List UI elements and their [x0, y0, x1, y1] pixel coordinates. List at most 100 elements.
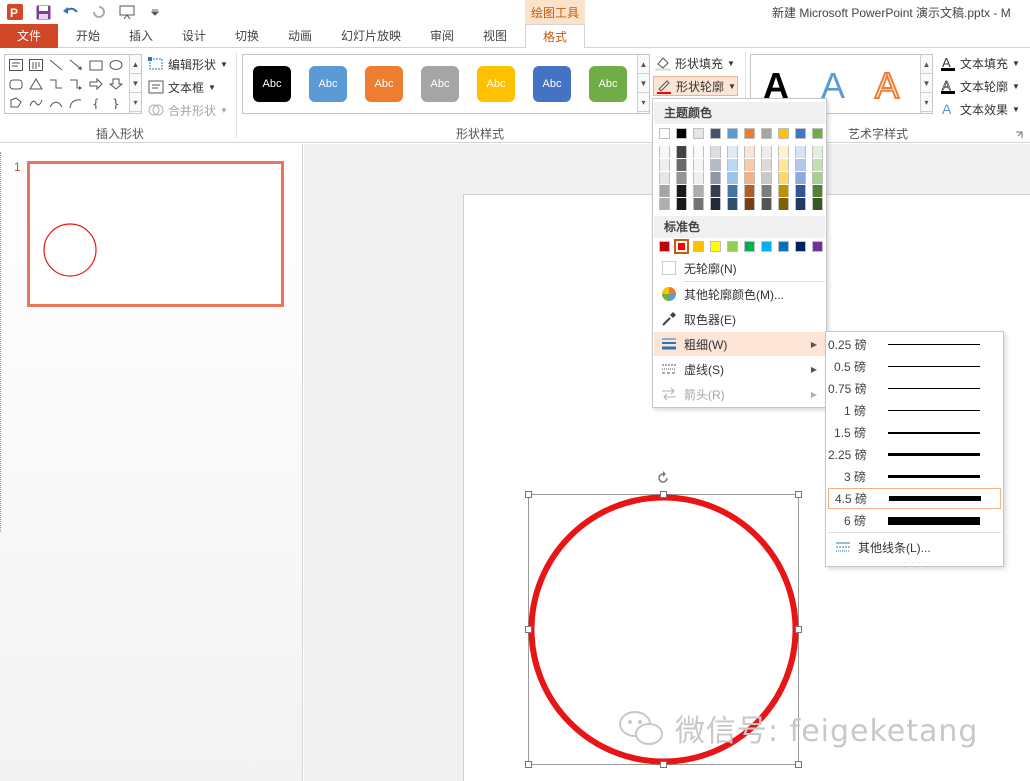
theme-color-shade-swatch[interactable]	[812, 198, 823, 210]
theme-color-shade-swatch[interactable]	[744, 185, 755, 197]
shape-fill-button[interactable]: 形状填充 ▼	[655, 53, 735, 73]
edit-shape-button[interactable]: 编辑形状 ▼	[148, 54, 228, 74]
standard-color-swatch[interactable]	[727, 241, 738, 252]
theme-color-shade-swatch[interactable]	[659, 172, 670, 184]
elbow-arrow-shape-icon[interactable]	[67, 76, 85, 92]
theme-color-shade-swatch[interactable]	[761, 146, 772, 158]
theme-color-shade-swatch[interactable]	[676, 198, 687, 210]
theme-color-shade-swatch[interactable]	[778, 172, 789, 184]
theme-color-swatch[interactable]	[795, 128, 806, 139]
theme-color-swatch[interactable]	[727, 128, 738, 139]
tab-home[interactable]: 开始	[70, 24, 106, 48]
theme-color-shade-swatch[interactable]	[676, 159, 687, 171]
slide-thumbnail[interactable]	[27, 161, 284, 307]
resize-handle[interactable]	[525, 626, 532, 633]
more-lines-item[interactable]: 其他线条(L)...	[828, 536, 1001, 558]
theme-color-shade-swatch[interactable]	[710, 185, 721, 197]
theme-color-shade-swatch[interactable]	[744, 159, 755, 171]
theme-color-shade-swatch[interactable]	[659, 185, 670, 197]
shape-styles-gallery[interactable]: Abc Abc Abc Abc Abc Abc Abc ▲ ▼ ▾	[242, 54, 650, 114]
theme-color-shade-swatch[interactable]	[812, 146, 823, 158]
theme-color-shade-swatch[interactable]	[727, 172, 738, 184]
tab-animations[interactable]: 动画	[282, 24, 318, 48]
wordart-style-3[interactable]: A	[874, 64, 900, 107]
styles-gallery-scroll[interactable]: ▲ ▼ ▾	[637, 55, 649, 113]
theme-color-swatch[interactable]	[812, 128, 823, 139]
standard-color-swatch[interactable]	[778, 241, 789, 252]
right-brace-shape-icon[interactable]: }	[107, 95, 125, 111]
scroll-up-icon[interactable]: ▲	[130, 55, 141, 74]
weight-option[interactable]: 4.5 磅	[828, 488, 1001, 509]
theme-color-shade-swatch[interactable]	[676, 172, 687, 184]
freeform-shape-icon[interactable]	[7, 95, 25, 111]
resize-handle[interactable]	[660, 491, 667, 498]
theme-color-shade-swatch[interactable]	[795, 159, 806, 171]
gallery-more-icon[interactable]: ▾	[638, 93, 649, 112]
theme-color-shade-swatch[interactable]	[659, 198, 670, 210]
save-icon[interactable]	[34, 3, 52, 21]
tab-review[interactable]: 审阅	[424, 24, 460, 48]
theme-color-shade-swatch[interactable]	[727, 185, 738, 197]
scroll-up-icon[interactable]: ▲	[638, 55, 649, 74]
weight-option[interactable]: 1.5 磅	[828, 422, 1001, 443]
tab-format[interactable]: 格式	[525, 24, 585, 49]
resize-handle[interactable]	[660, 761, 667, 768]
theme-color-shade-swatch[interactable]	[812, 172, 823, 184]
theme-color-shade-swatch[interactable]	[710, 198, 721, 210]
slideshow-start-icon[interactable]	[118, 3, 136, 21]
curve-shape-icon[interactable]	[47, 95, 65, 111]
standard-color-swatch[interactable]	[693, 241, 704, 252]
merge-shapes-button[interactable]: 合并形状 ▼	[148, 100, 228, 120]
weight-option[interactable]: 6 磅	[828, 510, 1001, 531]
weight-option[interactable]: 0.5 磅	[828, 356, 1001, 377]
left-brace-shape-icon[interactable]: {	[87, 95, 105, 111]
dialog-launcher-icon[interactable]	[1015, 128, 1023, 142]
style-swatch-6[interactable]: Abc	[533, 66, 571, 102]
more-outline-colors-item[interactable]: 其他轮廓颜色(M)...	[654, 282, 825, 306]
rounded-rect-shape-icon[interactable]	[7, 76, 25, 92]
theme-color-shade-swatch[interactable]	[744, 172, 755, 184]
style-swatch-1[interactable]: Abc	[253, 66, 291, 102]
theme-color-swatch[interactable]	[676, 128, 687, 139]
shape-outline-button[interactable]: 形状轮廓 ▼	[653, 76, 738, 96]
theme-color-shade-swatch[interactable]	[778, 146, 789, 158]
standard-color-swatch[interactable]	[659, 241, 670, 252]
elbow-connector-shape-icon[interactable]	[47, 76, 65, 92]
theme-color-shade-swatch[interactable]	[778, 198, 789, 210]
weight-option[interactable]: 1 磅	[828, 400, 1001, 421]
theme-color-shade-swatch[interactable]	[761, 172, 772, 184]
style-swatch-3[interactable]: Abc	[365, 66, 403, 102]
standard-color-swatch[interactable]	[674, 239, 689, 254]
tab-view[interactable]: 视图	[477, 24, 513, 48]
undo-icon[interactable]	[62, 3, 80, 21]
theme-color-shade-swatch[interactable]	[778, 159, 789, 171]
theme-color-shade-swatch[interactable]	[795, 172, 806, 184]
standard-color-swatch[interactable]	[744, 241, 755, 252]
rectangle-shape-icon[interactable]	[87, 57, 105, 73]
dashes-item[interactable]: 虚线(S) ▶	[654, 357, 825, 381]
theme-color-shade-swatch[interactable]	[761, 159, 772, 171]
down-arrow-shape-icon[interactable]	[107, 76, 125, 92]
theme-color-swatch[interactable]	[693, 128, 704, 139]
arrows-item[interactable]: 箭头(R) ▶	[654, 382, 825, 406]
theme-color-shade-swatch[interactable]	[761, 185, 772, 197]
line-shape-icon[interactable]	[47, 57, 65, 73]
redo-icon[interactable]	[90, 3, 108, 21]
weight-option[interactable]: 0.75 磅	[828, 378, 1001, 399]
theme-color-shade-swatch[interactable]	[676, 146, 687, 158]
theme-color-shade-swatch[interactable]	[710, 146, 721, 158]
theme-color-shade-swatch[interactable]	[744, 198, 755, 210]
weight-option[interactable]: 3 磅	[828, 466, 1001, 487]
text-box-button[interactable]: 文本框 ▼	[148, 77, 216, 97]
scroll-down-icon[interactable]: ▼	[638, 74, 649, 93]
resize-handle[interactable]	[795, 626, 802, 633]
no-outline-item[interactable]: 无轮廓(N)	[654, 256, 825, 280]
theme-color-shade-swatch[interactable]	[659, 146, 670, 158]
scroll-down-icon[interactable]: ▼	[130, 74, 141, 93]
text-fill-button[interactable]: A 文本填充 ▼	[940, 53, 1020, 73]
tab-file[interactable]: 文件	[0, 24, 58, 48]
tab-slideshow[interactable]: 幻灯片放映	[335, 24, 407, 48]
theme-color-swatch[interactable]	[710, 128, 721, 139]
style-swatch-7[interactable]: Abc	[589, 66, 627, 102]
eyedropper-item[interactable]: 取色器(E)	[654, 307, 825, 331]
